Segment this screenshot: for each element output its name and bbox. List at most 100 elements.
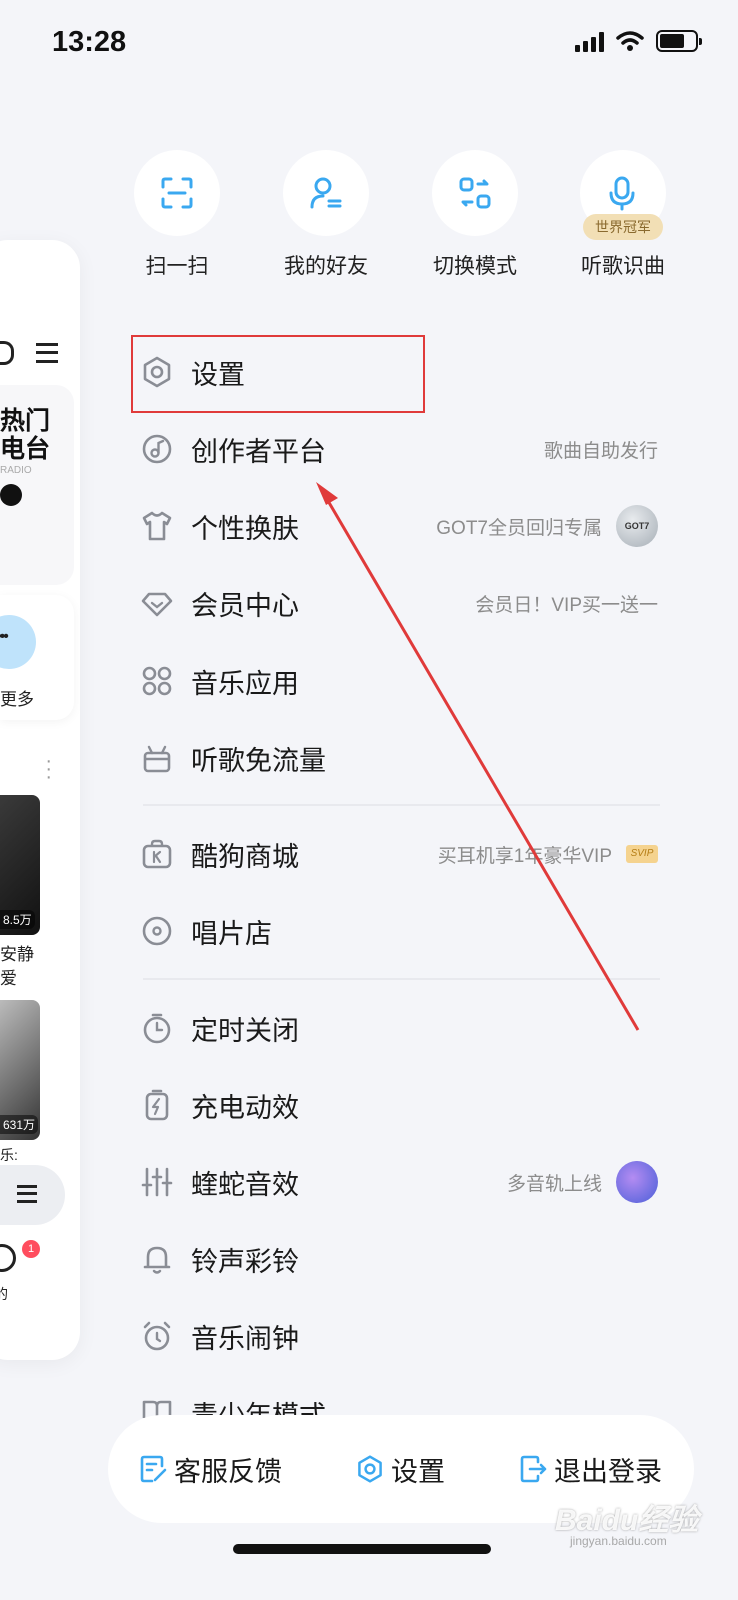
face-icon	[0, 1244, 16, 1272]
peek-more-label: 更多	[0, 690, 34, 709]
shortcut-friends[interactable]: 我的好友	[276, 150, 376, 280]
menu-item-skin[interactable]: 个性换肤 GOT7全员回归专属 GOT7	[135, 491, 670, 561]
menu-right: 多音轨上线	[507, 1147, 658, 1217]
scan-icon[interactable]	[134, 150, 220, 236]
switch-mode-icon[interactable]	[432, 150, 518, 236]
baidu-watermark-url: jingyan.baidu.com	[570, 1534, 667, 1548]
got7-avatar: GOT7	[616, 505, 658, 547]
settings-label: 设置	[391, 1456, 445, 1487]
playlist-title-line2: 爱	[0, 969, 17, 988]
annotation-highlight-box	[131, 335, 425, 413]
equalizer-icon	[137, 1162, 177, 1202]
play-count: 631万	[0, 1115, 39, 1134]
peek-menu-icon	[36, 343, 58, 363]
logout-icon	[520, 1455, 547, 1483]
menu-subtitle: GOT7全员回归专属	[436, 517, 602, 539]
menu-item-apps[interactable]: 音乐应用	[135, 646, 670, 716]
shortcut-song-recognition[interactable]: 世界冠军 听歌识曲	[573, 150, 673, 280]
menu-item-teen-mode[interactable]: 青少年模式	[135, 1378, 670, 1418]
champion-badge: 世界冠军	[583, 214, 663, 240]
cellular-signal-icon	[575, 30, 604, 52]
play-count: 8.5万	[0, 910, 35, 929]
menu-right: GOT7全员回归专属 GOT7	[436, 491, 658, 561]
wifi-icon	[616, 31, 644, 51]
menu-subtitle: 会员日！VIP买一送一	[475, 594, 658, 616]
menu-item-record-store[interactable]: 唱片店	[135, 896, 670, 966]
feedback-button[interactable]: 客服反馈	[138, 1415, 282, 1523]
peek-radio-card[interactable]: 热门 电台 RADIO	[0, 385, 74, 585]
peek-radio-title-1: 热门	[0, 407, 51, 435]
peek-more-card[interactable]: 更多	[0, 595, 74, 720]
settings-icon	[358, 1455, 382, 1483]
menu-item-timer[interactable]: 定时关闭	[135, 993, 670, 1063]
menu-item-ringtone[interactable]: 铃声彩铃	[135, 1224, 670, 1294]
menu-label: 会员中心	[191, 590, 299, 621]
shortcut-scan[interactable]: 扫一扫	[127, 150, 227, 280]
shortcut-label: 扫一扫	[145, 255, 209, 278]
tab-me[interactable]: 1 我的	[0, 1240, 65, 1320]
playlist-icon[interactable]	[17, 1185, 37, 1203]
shortcut-label: 听歌识曲	[581, 255, 665, 278]
status-bar: 13:28	[0, 0, 738, 90]
alarm-clock-icon	[137, 1316, 177, 1356]
status-time: 13:28	[52, 26, 127, 58]
shortcut-label: 切换模式	[433, 255, 517, 278]
playlist-title: 安静 爱	[0, 943, 34, 991]
timer-icon	[137, 1008, 177, 1048]
menu-label: 音乐应用	[191, 668, 299, 699]
viper-promo-icon	[616, 1161, 658, 1203]
playlist-cover[interactable]: 8.5万	[0, 795, 40, 935]
menu-subtitle: 歌曲自助发行	[543, 440, 658, 462]
menu-divider	[143, 804, 660, 806]
playlist-cover[interactable]: 631万	[0, 1000, 40, 1140]
menu-item-charging[interactable]: 充电动效	[135, 1070, 670, 1140]
menu-label: 个性换肤	[191, 513, 299, 544]
creator-icon	[137, 429, 177, 469]
menu-label: 定时关闭	[191, 1015, 299, 1046]
background-page-peek[interactable]: 热门 电台 RADIO 更多 ··· 8.5万 安静 爱 631万 乐: 1 我…	[0, 240, 80, 1360]
peek-radio-subtitle: RADIO	[0, 465, 32, 476]
shortcut-switch-mode[interactable]: 切换模式	[425, 150, 525, 280]
play-icon[interactable]	[0, 484, 22, 506]
playlist-title: 乐:	[0, 1147, 18, 1163]
menu-item-free-data[interactable]: 听歌免流量	[135, 723, 670, 793]
settings-button[interactable]: 设置	[355, 1415, 445, 1523]
menu-label: 酷狗商城	[191, 841, 299, 872]
menu-label: 音乐闹钟	[191, 1323, 299, 1354]
menu-label: 唱片店	[191, 918, 272, 949]
menu-item-viper-sound[interactable]: 蝰蛇音效 多音轨上线	[135, 1147, 670, 1217]
more-icon[interactable]	[0, 615, 36, 669]
tshirt-icon	[137, 506, 177, 546]
charging-icon	[137, 1085, 177, 1125]
apps-grid-icon	[137, 661, 177, 701]
peek-header-icons	[0, 335, 80, 375]
peek-playlist-card[interactable]: · · · 8.5万 安静 爱 631万 乐:	[0, 735, 74, 1215]
battery-icon	[656, 30, 702, 52]
status-icons	[575, 30, 702, 52]
svip-tag: SVIP	[626, 845, 658, 863]
feedback-icon	[140, 1455, 167, 1483]
menu-item-mall[interactable]: 酷狗商城 买耳机享1年豪华VIP SVIP	[135, 819, 670, 889]
diamond-icon	[137, 583, 177, 623]
friends-icon[interactable]	[283, 150, 369, 236]
feedback-label: 客服反馈	[174, 1456, 282, 1487]
menu-label: 听歌免流量	[191, 745, 326, 776]
menu-right: 会员日！VIP买一送一	[475, 568, 658, 638]
playlist-title-line1: 安静	[0, 945, 34, 964]
peek-player-bar[interactable]	[0, 1165, 65, 1225]
kebab-icon[interactable]: · · ·	[45, 751, 52, 787]
baidu-watermark: Baidu经验	[555, 1504, 699, 1537]
menu-label: 充电动效	[191, 1092, 299, 1123]
menu-label: 铃声彩铃	[191, 1246, 299, 1277]
menu-item-vip[interactable]: 会员中心 会员日！VIP买一送一	[135, 568, 670, 638]
logout-label: 退出登录	[554, 1456, 662, 1487]
home-indicator[interactable]	[233, 1544, 491, 1554]
menu-item-alarm[interactable]: 音乐闹钟	[135, 1301, 670, 1371]
song-recognition-icon[interactable]: 世界冠军	[580, 150, 666, 240]
notification-badge: 1	[22, 1240, 40, 1258]
menu-item-creator[interactable]: 创作者平台 歌曲自助发行	[135, 414, 670, 484]
shopping-bag-icon	[137, 834, 177, 874]
shortcut-label: 我的好友	[284, 255, 368, 278]
shortcut-row: 扫一扫 我的好友 切换模式 世界冠军 听歌识曲	[134, 150, 695, 290]
menu-subtitle: 买耳机享1年豪华VIP	[437, 845, 612, 867]
